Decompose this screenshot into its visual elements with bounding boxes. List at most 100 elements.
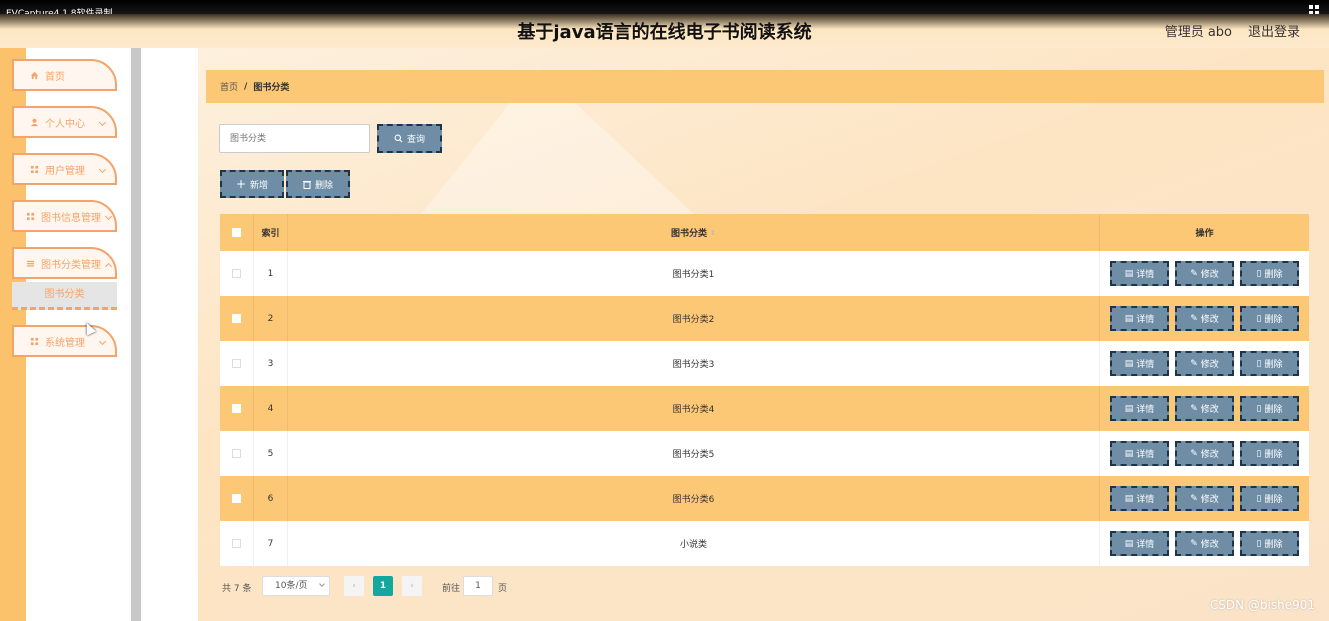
sidebar-item-book-info[interactable]: 图书信息管理: [12, 200, 117, 232]
row-checkbox[interactable]: [232, 449, 241, 458]
breadcrumb: 首页 / 图书分类: [206, 70, 1324, 103]
sidebar-item-system[interactable]: 系统管理: [12, 325, 117, 357]
row-name: 图书分类5: [288, 431, 1100, 476]
chevron-down-icon: [98, 337, 107, 346]
row-checkbox[interactable]: [232, 269, 241, 278]
goto-label: 前往: [442, 584, 461, 594]
row-delete-button[interactable]: ▯ 删除: [1240, 486, 1299, 511]
sidebar-item-book-category[interactable]: 图书分类管理: [12, 247, 117, 279]
detail-button-label: 详情: [1136, 405, 1155, 415]
breadcrumb-home[interactable]: 首页: [220, 80, 238, 93]
search-input[interactable]: [219, 124, 370, 153]
prev-page-button[interactable]: ‹: [344, 576, 364, 596]
row-delete-button[interactable]: ▯ 删除: [1240, 396, 1299, 421]
search-button[interactable]: 查询: [377, 124, 442, 153]
detail-button[interactable]: ▤ 详情: [1110, 261, 1169, 286]
row-delete-button[interactable]: ▯ 删除: [1240, 306, 1299, 331]
delete-button[interactable]: 删除: [286, 170, 350, 198]
table-header: 索引 图书分类 ⇕ 操作: [220, 214, 1309, 251]
row-ops: ▤ 详情 ✎ 修改 ▯ 删除: [1100, 521, 1309, 566]
row-checkbox[interactable]: [232, 494, 241, 503]
sidebar-item-profile[interactable]: 个人中心: [12, 106, 117, 138]
trash-icon: ▯: [1256, 358, 1262, 369]
detail-button[interactable]: ▤ 详情: [1110, 351, 1169, 376]
row-ops: ▤ 详情 ✎ 修改 ▯ 删除: [1100, 296, 1309, 341]
chevron-down-icon: [319, 581, 325, 587]
row-select-cell: [220, 476, 254, 521]
detail-button[interactable]: ▤ 详情: [1110, 486, 1169, 511]
detail-button[interactable]: ▤ 详情: [1110, 441, 1169, 466]
document-icon: ▤: [1124, 448, 1134, 459]
search-icon: [394, 134, 403, 143]
current-user: 管理员 abo: [1164, 25, 1232, 40]
chevron-down-icon: [104, 212, 113, 221]
delete-button-label: 删除: [314, 180, 333, 191]
detail-button[interactable]: ▤ 详情: [1110, 306, 1169, 331]
logout-link[interactable]: 退出登录: [1248, 21, 1300, 40]
edit-icon: ✎: [1190, 313, 1198, 324]
pagination-total: 共 7 条: [222, 584, 252, 594]
row-ops: ▤ 详情 ✎ 修改 ▯ 删除: [1100, 386, 1309, 431]
edit-button-label: 修改: [1200, 405, 1219, 415]
edit-button-label: 修改: [1200, 360, 1219, 370]
trash-icon: ▯: [1256, 448, 1262, 459]
row-select-cell: [220, 431, 254, 476]
next-page-button[interactable]: ›: [402, 576, 422, 596]
edit-button[interactable]: ✎ 修改: [1175, 441, 1234, 466]
document-icon: ▤: [1124, 268, 1134, 279]
page-size-value: 10条/页: [275, 581, 308, 591]
row-name: 图书分类2: [288, 296, 1100, 341]
detail-button[interactable]: ▤ 详情: [1110, 531, 1169, 556]
row-delete-button[interactable]: ▯ 删除: [1240, 351, 1299, 376]
edit-button[interactable]: ✎ 修改: [1175, 531, 1234, 556]
header-name[interactable]: 图书分类 ⇕: [288, 214, 1100, 251]
search-button-label: 查询: [406, 135, 425, 145]
row-index: 3: [254, 341, 288, 386]
row-delete-button[interactable]: ▯ 删除: [1240, 441, 1299, 466]
goto-page-input[interactable]: 1: [463, 576, 493, 596]
row-checkbox[interactable]: [232, 404, 241, 413]
sidebar-spacer: [141, 48, 198, 621]
sidebar-item-users[interactable]: 用户管理: [12, 153, 117, 185]
page-size-select[interactable]: 10条/页: [262, 576, 330, 596]
grid-icon: [30, 165, 39, 173]
row-index: 4: [254, 386, 288, 431]
sidebar-divider: [131, 48, 141, 621]
page-number-active[interactable]: 1: [373, 576, 393, 596]
edit-button[interactable]: ✎ 修改: [1175, 486, 1234, 511]
chevron-down-icon: [98, 165, 107, 174]
trash-icon: [302, 180, 311, 189]
edit-button[interactable]: ✎ 修改: [1175, 261, 1234, 286]
edit-button[interactable]: ✎ 修改: [1175, 306, 1234, 331]
edit-button[interactable]: ✎ 修改: [1175, 396, 1234, 421]
row-delete-button[interactable]: ▯ 删除: [1240, 531, 1299, 556]
row-checkbox[interactable]: [232, 539, 241, 548]
row-name: 图书分类6: [288, 476, 1100, 521]
edit-icon: ✎: [1190, 268, 1198, 279]
trash-icon: ▯: [1256, 493, 1262, 504]
sort-icon[interactable]: ⇕: [710, 229, 716, 237]
row-ops: ▤ 详情 ✎ 修改 ▯ 删除: [1100, 431, 1309, 476]
add-button[interactable]: + 新增: [220, 170, 284, 198]
sidebar-item-home[interactable]: 首页: [12, 59, 117, 91]
row-name: 小说类: [288, 521, 1100, 566]
row-name: 图书分类1: [288, 251, 1100, 296]
row-checkbox[interactable]: [232, 314, 241, 323]
document-icon: ▤: [1124, 358, 1134, 369]
row-checkbox[interactable]: [232, 359, 241, 368]
header: 基于java语言的在线电子书阅读系统 管理员 abo 退出登录: [0, 14, 1329, 48]
edit-button-label: 修改: [1200, 450, 1219, 460]
edit-button[interactable]: ✎ 修改: [1175, 351, 1234, 376]
sidebar-subitem-category[interactable]: 图书分类: [12, 282, 117, 310]
row-index: 1: [254, 251, 288, 296]
trash-icon: ▯: [1256, 538, 1262, 549]
detail-button[interactable]: ▤ 详情: [1110, 396, 1169, 421]
edit-icon: ✎: [1190, 403, 1198, 414]
row-index: 6: [254, 476, 288, 521]
edit-icon: ✎: [1190, 448, 1198, 459]
plus-icon: +: [235, 177, 247, 191]
table-row: 5 图书分类5 ▤ 详情 ✎ 修改 ▯ 删除: [220, 431, 1309, 476]
row-delete-button[interactable]: ▯ 删除: [1240, 261, 1299, 286]
sidebar-item-label: 系统管理: [45, 337, 85, 349]
select-all-checkbox[interactable]: [232, 228, 241, 237]
